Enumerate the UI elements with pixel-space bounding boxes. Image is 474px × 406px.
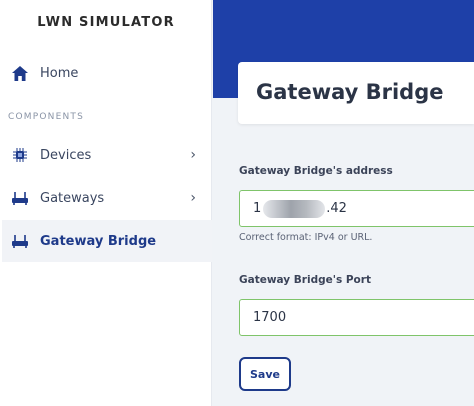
address-value-prefix: 1 (253, 201, 262, 216)
save-button[interactable]: Save (239, 357, 291, 391)
address-value-suffix: .42 (326, 201, 347, 216)
sidebar-item-label: Devices (40, 147, 92, 163)
port-input[interactable]: 1700 (239, 299, 474, 336)
redacted-blur (263, 199, 326, 218)
sidebar-item-gateways[interactable]: Gateways › (2, 177, 212, 219)
router-icon (12, 233, 28, 249)
sidebar-item-home[interactable]: Home (2, 52, 212, 94)
address-input[interactable]: 1.42 (239, 190, 474, 227)
section-label: COMPONENTS (8, 112, 85, 122)
page-title: Gateway Bridge (256, 80, 444, 104)
brand-title: LWN SIMULATOR (37, 15, 175, 30)
address-hint: Correct format: IPv4 or URL. (239, 232, 373, 243)
chevron-right-icon: › (190, 190, 196, 206)
sidebar: LWN SIMULATOR Home COMPONENTS Devices › … (0, 0, 212, 406)
chip-icon (12, 147, 28, 163)
chevron-right-icon: › (190, 147, 196, 163)
sidebar-item-label: Gateways (40, 190, 105, 206)
sidebar-item-devices[interactable]: Devices › (2, 134, 212, 176)
sidebar-item-gateway-bridge[interactable]: Gateway Bridge (2, 220, 212, 262)
port-label: Gateway Bridge's Port (239, 274, 371, 286)
page-header-card: Gateway Bridge (238, 62, 474, 124)
home-icon (12, 65, 28, 81)
address-label: Gateway Bridge's address (239, 165, 393, 177)
router-icon (12, 190, 28, 206)
sidebar-item-label: Home (40, 65, 79, 81)
sidebar-item-label: Gateway Bridge (40, 233, 157, 249)
port-value: 1700 (253, 310, 287, 325)
